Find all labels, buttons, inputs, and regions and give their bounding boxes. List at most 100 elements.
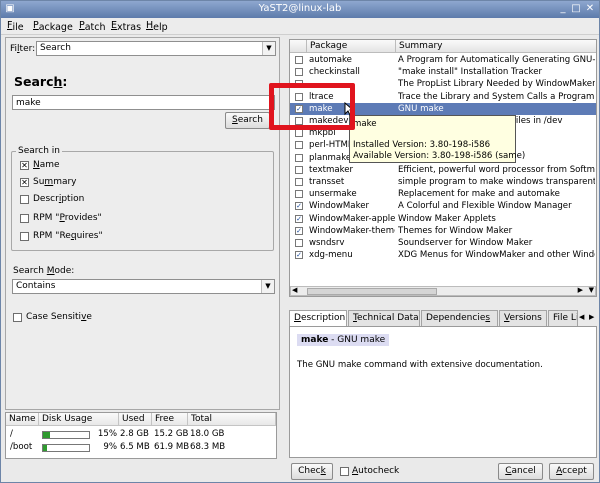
scroll-thumb[interactable] xyxy=(307,288,437,295)
package-summary: Themes for Window Maker xyxy=(398,225,513,236)
scroll-left-icon[interactable]: ◀ xyxy=(292,286,297,294)
package-name: WindowMaker-applets xyxy=(309,213,395,224)
package-row[interactable]: textmaker Efficient, powerful word proces… xyxy=(290,164,596,176)
description-pane: make - GNU make The GNU make command wit… xyxy=(289,326,597,458)
tab-versions[interactable]: Versions xyxy=(499,310,547,327)
package-row[interactable]: unsermake Replacement for make and automa… xyxy=(290,188,596,200)
package-column-header[interactable]: Package xyxy=(307,40,396,53)
close-icon[interactable]: ✕ xyxy=(584,3,596,15)
search-mode-value: Contains xyxy=(16,281,56,291)
package-summary: A Colorful and Flexible Window Manager xyxy=(398,201,572,212)
summary-column-header[interactable]: Summary xyxy=(396,40,596,53)
package-summary: A Program for Automatically Generating G… xyxy=(398,55,595,65)
menu-patch[interactable]: Patch xyxy=(79,20,106,33)
package-row[interactable]: automake A Program for Automatically Gene… xyxy=(290,54,596,66)
filter-combo[interactable]: Search ▼ xyxy=(36,41,276,56)
scroll-right-icon[interactable]: ▶ xyxy=(578,286,583,294)
package-name: WindowMaker xyxy=(309,201,370,212)
package-checkbox[interactable] xyxy=(295,68,303,77)
tab-file-list[interactable]: File Li xyxy=(548,310,578,327)
package-checkbox[interactable] xyxy=(295,56,303,64)
search-heading: Search: xyxy=(14,74,68,89)
search-summary-checkbox[interactable]: ✕ xyxy=(20,178,29,187)
menu-help[interactable]: Help xyxy=(146,20,168,33)
package-row[interactable]: ✓ WindowMaker-applets Window Maker Applets xyxy=(290,213,596,225)
search-mode-combo[interactable]: Contains ▼ xyxy=(12,279,275,294)
package-row[interactable]: ✓ WindowMaker A Colorful and Flexible Wind… xyxy=(290,200,596,212)
autocheck-checkbox[interactable] xyxy=(340,467,349,476)
tab-scroll-left-icon[interactable]: ◀ xyxy=(579,313,584,321)
disk-usage-bar xyxy=(42,431,90,439)
tab-technical-data[interactable]: Technical Data xyxy=(348,310,420,327)
menu-extras[interactable]: Extras xyxy=(111,20,141,33)
cancel-button[interactable]: Cancel xyxy=(498,463,543,480)
disk-free: 61.9 MB xyxy=(154,442,190,452)
window-title: YaST2@linux-lab xyxy=(258,3,342,14)
package-checkbox[interactable] xyxy=(295,190,303,199)
package-checkbox[interactable]: ✓ xyxy=(295,214,303,223)
package-checkbox[interactable] xyxy=(295,239,303,247)
package-summary: Trace the Library and System Calls a Pro… xyxy=(398,91,595,102)
package-name: checkinstall xyxy=(309,67,360,78)
disk-col-name[interactable]: Name xyxy=(6,413,39,426)
menu-file[interactable]: File xyxy=(7,20,24,33)
scroll-down-icon[interactable]: ▼ xyxy=(589,286,594,294)
package-checkbox[interactable] xyxy=(295,141,303,150)
disk-col-used[interactable]: Used xyxy=(119,413,152,426)
package-row[interactable]: ✓ WindowMaker-themes Themes for Window Mak… xyxy=(290,225,596,237)
package-summary: "make install" Installation Tracker xyxy=(398,67,543,78)
accept-button[interactable]: Accept xyxy=(549,463,594,480)
package-summary: The PropList Library Needed by WindowMak… xyxy=(398,79,595,90)
search-requires-label: RPM "Requires" xyxy=(33,231,103,241)
package-name: textmaker xyxy=(309,164,354,175)
details-tabs: Description Technical Data Dependencies … xyxy=(289,310,599,327)
tab-scroll-right-icon[interactable]: ▶ xyxy=(589,313,594,321)
search-input[interactable] xyxy=(12,95,275,110)
package-summary: XDG Menus for WindowMaker and other Wind… xyxy=(398,250,595,261)
package-row[interactable]: ✓ xdg-menu XDG Menus for WindowMaker and o… xyxy=(290,249,596,261)
menu-package[interactable]: Package xyxy=(33,20,73,33)
search-description-label: Description xyxy=(33,194,85,204)
package-checkbox[interactable] xyxy=(295,178,303,186)
disk-col-total[interactable]: Total xyxy=(188,413,276,426)
package-row[interactable]: transset simple program to make windows t… xyxy=(290,176,596,188)
tab-dependencies[interactable]: Dependencies xyxy=(421,310,498,327)
disk-col-free[interactable]: Free xyxy=(152,413,188,426)
package-summary: Efficient, powerful word processor from … xyxy=(398,164,595,175)
disk-used: 2.8 GB xyxy=(120,429,149,439)
check-column-header[interactable] xyxy=(290,40,307,53)
package-row[interactable]: checkinstall "make install" Installation … xyxy=(290,66,596,78)
package-summary: Replacement for make and automake xyxy=(398,189,560,200)
description-title: make - GNU make xyxy=(297,334,390,346)
filter-label: Filter: xyxy=(10,44,36,54)
search-button[interactable]: Search xyxy=(225,112,270,129)
package-summary: simple program to make windows transpare… xyxy=(398,177,595,187)
disk-col-usage[interactable]: Disk Usage xyxy=(39,413,119,426)
disk-mount: / xyxy=(10,429,13,439)
search-mode-label: Search Mode: xyxy=(13,266,75,276)
maximize-icon[interactable]: □ xyxy=(570,3,582,15)
package-checkbox[interactable] xyxy=(295,165,303,174)
case-sensitive-checkbox[interactable] xyxy=(13,313,22,322)
package-checkbox[interactable]: ✓ xyxy=(295,251,303,260)
horizontal-scrollbar[interactable]: ◀ ▶ ▼ xyxy=(290,286,596,296)
check-button[interactable]: Check xyxy=(291,463,333,480)
tooltip-available: Available Version: 3.80-198-i586 (same) xyxy=(353,151,526,161)
package-table: Package Summary automake A Program for Au… xyxy=(289,39,597,297)
tab-description[interactable]: Description xyxy=(289,310,347,327)
chevron-down-icon: ▼ xyxy=(261,280,274,293)
package-checkbox[interactable] xyxy=(295,153,303,162)
search-description-checkbox[interactable] xyxy=(20,195,29,204)
disk-total: 18.0 GB xyxy=(190,429,225,439)
minimize-icon[interactable]: _ xyxy=(557,3,569,15)
package-row[interactable]: wsndsrv Soundserver for Window Maker xyxy=(290,237,596,249)
disk-usage-table: Name Disk Usage Used Free Total / 15% 2.… xyxy=(5,412,277,459)
package-checkbox[interactable]: ✓ xyxy=(295,226,303,235)
disk-total: 68.3 MB xyxy=(190,442,226,452)
package-checkbox[interactable] xyxy=(295,129,303,138)
package-checkbox[interactable]: ✓ xyxy=(295,202,303,211)
search-requires-checkbox[interactable] xyxy=(20,232,29,241)
search-name-checkbox[interactable]: ✕ xyxy=(20,161,29,170)
search-provides-checkbox[interactable] xyxy=(20,214,29,223)
disk-free: 15.2 GB xyxy=(154,429,189,439)
